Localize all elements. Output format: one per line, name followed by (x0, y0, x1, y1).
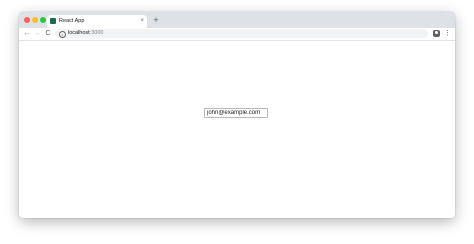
profile-icon[interactable] (433, 30, 440, 37)
maximize-window-icon[interactable] (40, 17, 46, 23)
browser-toolbar: ← → C i localhost:3000 ⋮ (19, 28, 455, 41)
reload-icon[interactable]: C (44, 29, 52, 38)
tab-title: React App (59, 18, 85, 24)
react-app-favicon-icon (50, 18, 56, 24)
back-arrow-icon[interactable]: ← (23, 29, 31, 38)
close-window-icon[interactable] (24, 17, 30, 23)
more-menu-icon[interactable]: ⋮ (444, 29, 451, 38)
minimize-window-icon[interactable] (32, 17, 38, 23)
tab-strip: React App × + (19, 12, 455, 28)
tab-close-icon[interactable]: × (140, 17, 144, 25)
address-bar[interactable]: i localhost:3000 (55, 29, 428, 38)
forward-arrow-icon[interactable]: → (33, 29, 41, 38)
new-tab-icon[interactable]: + (151, 15, 161, 25)
page-viewport (19, 41, 455, 218)
site-info-icon[interactable]: i (59, 30, 66, 38)
tab-react-app[interactable]: React App × (47, 15, 147, 28)
email-input[interactable] (204, 108, 268, 118)
address-url: localhost:3000 (68, 29, 103, 38)
browser-window: React App × + ← → C i localhost:3000 ⋮ (19, 12, 455, 218)
url-port: :3000 (89, 30, 104, 36)
url-host: localhost (68, 30, 90, 36)
